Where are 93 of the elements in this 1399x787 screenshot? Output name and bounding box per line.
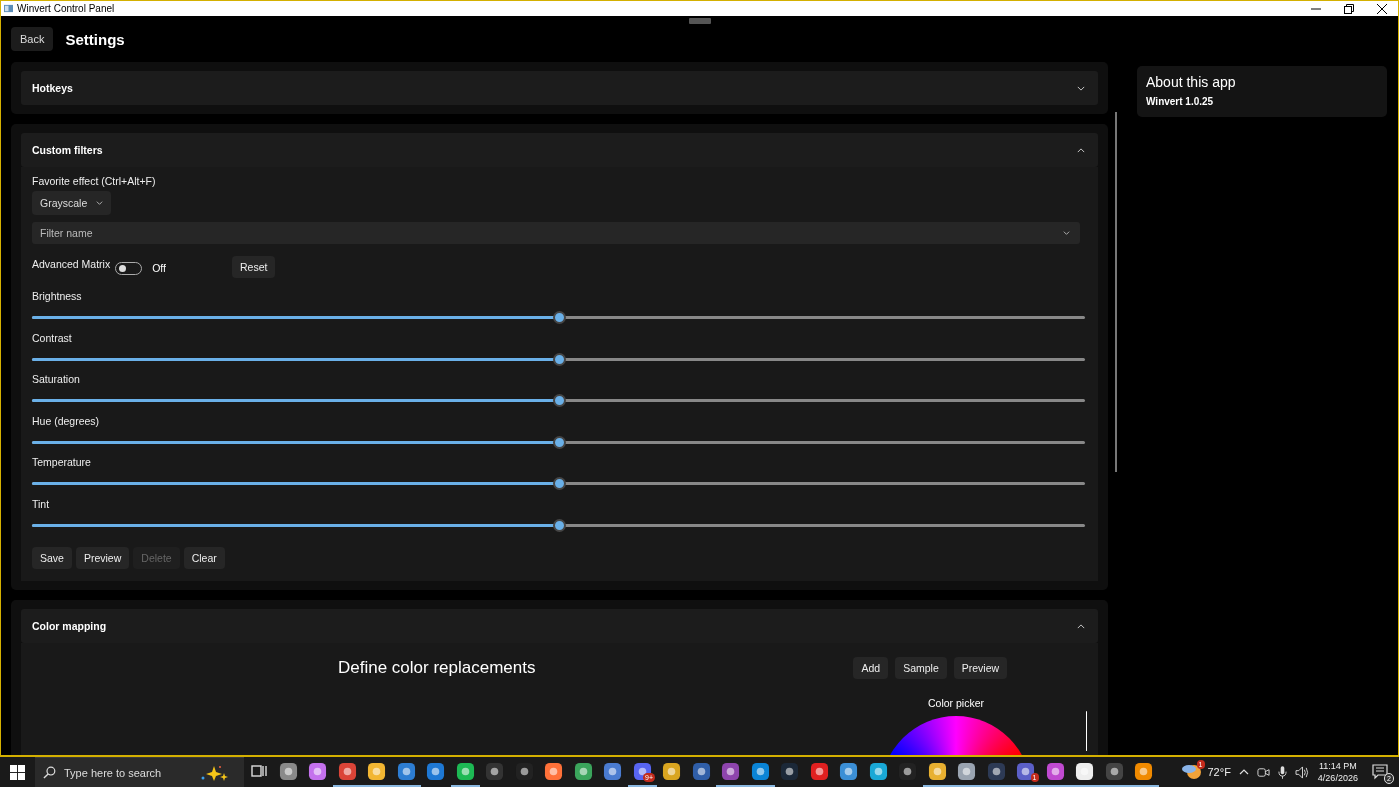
app-icon: [1075, 761, 1095, 781]
slider-label: Brightness: [32, 290, 82, 302]
slider-thumb[interactable]: [552, 394, 566, 407]
camera-icon[interactable]: [1256, 765, 1270, 779]
app-icon: [721, 761, 741, 781]
app-version: Winvert 1.0.25: [1146, 96, 1215, 107]
app-icon: [662, 761, 682, 781]
slider-thumb[interactable]: [552, 518, 566, 532]
effect-dropdown[interactable]: Grayscale: [32, 191, 112, 215]
action-button[interactable]: Clear: [183, 547, 225, 569]
clock[interactable]: 11:14 PM 4/26/2026: [1317, 761, 1358, 783]
app-icon: [898, 761, 918, 781]
app-icon: [1016, 761, 1036, 781]
search-input[interactable]: Type here to search: [64, 766, 192, 779]
chevron-up-icon[interactable]: [1238, 769, 1249, 775]
weather-icon: [1180, 763, 1203, 781]
app-icon: [839, 761, 859, 781]
reset-button[interactable]: Reset: [232, 256, 276, 278]
app-icon: [957, 761, 977, 781]
app-icon: [1134, 761, 1154, 781]
section-title: Custom filters: [32, 144, 103, 156]
app-icon: [337, 761, 357, 781]
field-label: Advanced Matrix: [32, 258, 111, 270]
taskbar-search-field[interactable]: Type here to search: [35, 757, 244, 787]
expander-header[interactable]: Custom filters: [21, 133, 1098, 167]
chevron-icon: [1077, 147, 1085, 153]
slider-label: Tint: [32, 497, 50, 510]
search-icon: [43, 766, 56, 779]
mapping-button[interactable]: Sample: [895, 657, 947, 679]
field-label: Favorite effect (Ctrl+Alt+F): [32, 175, 156, 187]
app-icon: [396, 761, 416, 781]
window-title: Winvert Control Panel: [17, 3, 115, 14]
slider-label: Saturation: [32, 373, 80, 385]
drag-handle[interactable]: [689, 18, 711, 24]
chevron-icon: [1077, 85, 1085, 91]
back-button[interactable]: Back: [11, 27, 54, 51]
mapping-button[interactable]: Preview: [953, 657, 1008, 679]
toggle-state: Off: [152, 262, 166, 274]
slider-thumb[interactable]: [552, 352, 566, 366]
slider-label: Temperature: [32, 456, 91, 468]
app-icon: [514, 761, 534, 781]
picker-label: Color picker: [928, 697, 984, 709]
clock-date: 4/26/2026: [1317, 773, 1358, 783]
windows-icon: [10, 764, 25, 780]
message-icon: [1371, 764, 1388, 780]
app-icon: [750, 761, 770, 781]
microphone-icon[interactable]: [1277, 765, 1287, 779]
chevron-icon: [1063, 231, 1070, 235]
app-icon: [1045, 761, 1065, 781]
sparkle-icon: [200, 764, 230, 781]
app-icon: [986, 761, 1006, 781]
section-heading: Define color replacements: [338, 658, 536, 678]
app-icon: [4, 4, 13, 13]
app-icon: [278, 761, 298, 781]
app-icon: [603, 761, 623, 781]
app-icon: [455, 761, 475, 781]
expander-header[interactable]: Hotkeys: [21, 71, 1098, 105]
chevron-icon: [96, 201, 104, 205]
filter-name-combobox[interactable]: Filter name: [32, 222, 1080, 244]
filter-name-input[interactable]: Filter name: [40, 227, 440, 239]
expander-header[interactable]: Color mapping: [21, 609, 1098, 643]
slider-thumb[interactable]: [552, 477, 566, 490]
app-icon: [868, 761, 888, 781]
mapping-button[interactable]: Add: [853, 657, 889, 679]
action-button[interactable]: Save: [32, 547, 72, 569]
restore-icon: [1343, 3, 1354, 14]
app-icon: [691, 761, 711, 781]
scrollbar[interactable]: [1115, 112, 1117, 472]
page-title: Settings: [65, 30, 125, 48]
app-icon: [1104, 761, 1124, 781]
app-icon: [573, 761, 593, 781]
chevron-icon: [1077, 623, 1085, 629]
slider-label: Contrast: [32, 331, 72, 344]
app-icon: [485, 761, 505, 781]
task-view-icon: [250, 763, 267, 779]
action-button[interactable]: Preview: [75, 547, 130, 569]
speaker-icon[interactable]: [1294, 765, 1310, 779]
slider-thumb[interactable]: [552, 435, 566, 449]
app-icon: [367, 761, 387, 781]
close-icon: [1376, 3, 1387, 14]
about-title: About this app: [1146, 74, 1237, 90]
slider-label: Hue (degrees): [32, 414, 100, 427]
app-icon: [426, 761, 446, 781]
app-icon: [544, 761, 564, 781]
app-icon: [809, 761, 829, 781]
app-icon: [927, 761, 947, 781]
section-title: Color mapping: [32, 620, 107, 632]
section-title: Hotkeys: [32, 82, 73, 94]
app-icon: [780, 761, 800, 781]
app-icon: [632, 761, 652, 781]
app-icon: [308, 761, 328, 781]
slider-thumb[interactable]: [552, 311, 566, 324]
clock-time: 11:14 PM: [1318, 761, 1357, 771]
